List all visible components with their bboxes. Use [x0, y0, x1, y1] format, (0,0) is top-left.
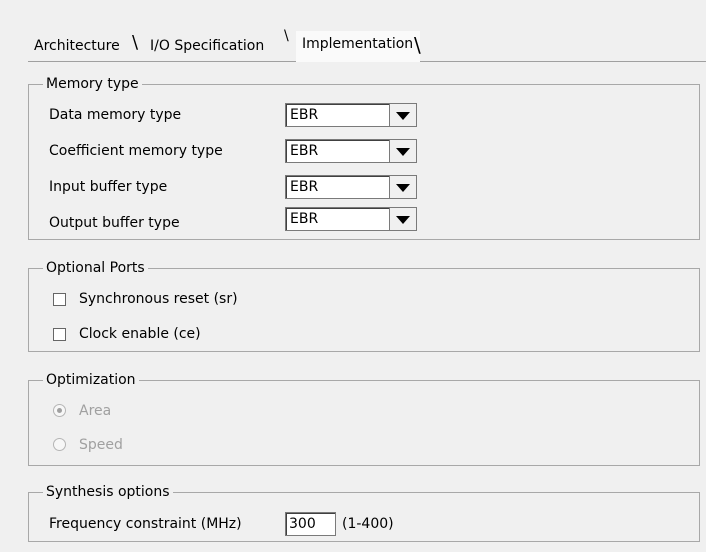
memory-type-legend: Memory type: [43, 75, 142, 93]
chevron-down-icon: [396, 112, 410, 120]
coefficient-memory-type-label: Coefficient memory type: [49, 143, 223, 159]
input-buffer-type-label: Input buffer type: [49, 179, 168, 195]
synchronous-reset-label[interactable]: Synchronous reset (sr): [79, 290, 238, 308]
output-buffer-type-label: Output buffer type: [49, 215, 180, 231]
tab-architecture-label: Architecture: [34, 38, 120, 54]
input-buffer-type-value: EBR: [290, 179, 319, 195]
clock-enable-label[interactable]: Clock enable (ce): [79, 325, 201, 343]
tab-io-specification[interactable]: I/O Specification: [150, 33, 264, 61]
frequency-constraint-label: Frequency constraint (MHz): [49, 516, 242, 532]
chevron-down-icon: [396, 216, 410, 224]
clock-enable-checkbox[interactable]: [53, 328, 66, 341]
frequency-constraint-input[interactable]: 300: [285, 512, 336, 536]
input-buffer-type-dropdown-button[interactable]: [389, 175, 417, 199]
synthesis-options-group: Synthesis options Frequency constraint (…: [28, 483, 700, 542]
synthesis-options-legend: Synthesis options: [43, 483, 173, 501]
optional-ports-group: Optional Ports Synchronous reset (sr) Cl…: [28, 259, 700, 352]
speed-radio-label[interactable]: Speed: [79, 436, 123, 454]
tab-io-specification-label: I/O Specification: [150, 38, 265, 54]
tab-separator: \: [284, 28, 289, 44]
data-memory-type-dropdown-button[interactable]: [389, 103, 417, 127]
chevron-down-icon: [396, 184, 410, 192]
optimization-legend: Optimization: [43, 371, 139, 389]
tab-implementation[interactable]: Implementation: [296, 31, 420, 62]
synchronous-reset-checkbox[interactable]: [53, 293, 66, 306]
tab-implementation-label: Implementation: [302, 36, 414, 52]
frequency-range-hint: (1-400): [342, 516, 394, 532]
radio-selected-dot: [57, 408, 62, 413]
area-radio[interactable]: [53, 404, 66, 417]
area-radio-label[interactable]: Area: [79, 402, 111, 420]
tab-separator: \: [414, 33, 421, 57]
optimization-group: Optimization Area Speed: [28, 371, 700, 466]
coefficient-memory-type-dropdown-button[interactable]: [389, 139, 417, 163]
tab-architecture[interactable]: Architecture: [34, 33, 120, 61]
optional-ports-legend: Optional Ports: [43, 259, 148, 277]
coefficient-memory-type-value: EBR: [290, 143, 319, 159]
data-memory-type-value: EBR: [290, 107, 319, 123]
frequency-constraint-value: 300: [289, 516, 316, 532]
tab-separator: \: [132, 32, 139, 53]
memory-type-group: Memory type Data memory type EBR Coeffic…: [28, 75, 700, 240]
speed-radio[interactable]: [53, 438, 66, 451]
chevron-down-icon: [396, 148, 410, 156]
output-buffer-type-dropdown-button[interactable]: [389, 207, 417, 231]
output-buffer-type-value: EBR: [290, 211, 319, 227]
data-memory-type-label: Data memory type: [49, 107, 182, 123]
